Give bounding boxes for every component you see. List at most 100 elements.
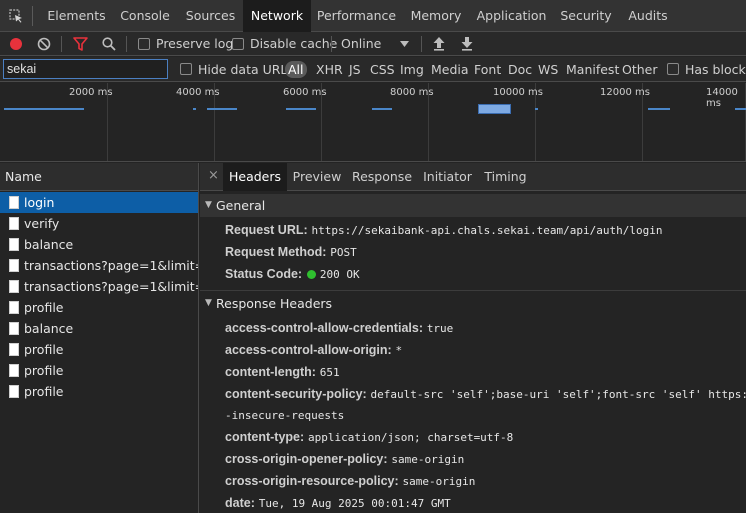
request-row[interactable]: transactions?page=1&limit=5 bbox=[0, 276, 198, 297]
tab-security[interactable]: Security bbox=[553, 0, 619, 32]
preserve-log-checkbox[interactable] bbox=[138, 38, 150, 50]
filter-type-doc[interactable]: Doc bbox=[508, 57, 532, 82]
tab-response[interactable]: Response bbox=[347, 163, 417, 191]
document-icon bbox=[9, 196, 19, 209]
request-row[interactable]: profile bbox=[0, 339, 198, 360]
response-header-row: content-type: application/json; charset=… bbox=[225, 426, 513, 448]
tick-label: 12000 ms bbox=[600, 87, 650, 98]
document-icon bbox=[9, 259, 19, 272]
request-name: transactions?page=1&limit=5 bbox=[24, 258, 198, 273]
tab-network[interactable]: Network bbox=[243, 0, 311, 32]
import-har-icon[interactable] bbox=[432, 36, 446, 51]
disable-cache-checkbox[interactable] bbox=[232, 38, 244, 50]
tab-application[interactable]: Application bbox=[470, 0, 553, 32]
preserve-log-label: Preserve log bbox=[156, 36, 234, 51]
request-bar bbox=[4, 108, 84, 110]
document-icon bbox=[9, 238, 19, 251]
header-key: date: bbox=[225, 496, 255, 510]
request-row[interactable]: verify bbox=[0, 213, 198, 234]
request-name: balance bbox=[24, 321, 74, 336]
tab-console[interactable]: Console bbox=[112, 0, 178, 32]
has-blocked-label: Has blocked bbox=[685, 62, 746, 77]
tab-elements[interactable]: Elements bbox=[41, 0, 112, 32]
inspect-element-icon[interactable] bbox=[9, 9, 23, 23]
tab-audits[interactable]: Audits bbox=[619, 0, 677, 32]
header-value: POST bbox=[330, 246, 357, 259]
tab-initiator[interactable]: Initiator bbox=[417, 163, 478, 191]
hide-data-urls-checkbox[interactable] bbox=[180, 63, 192, 75]
devtools-tab-bar: Elements Console Sources Network Perform… bbox=[0, 0, 746, 32]
record-icon[interactable] bbox=[9, 37, 23, 51]
request-bar bbox=[207, 108, 237, 110]
filter-type-img[interactable]: Img bbox=[400, 57, 424, 82]
request-row[interactable]: balance bbox=[0, 318, 198, 339]
filter-type-all[interactable]: All bbox=[285, 61, 307, 78]
filter-type-media[interactable]: Media bbox=[431, 57, 469, 82]
close-icon[interactable]: × bbox=[208, 163, 219, 191]
request-name: profile bbox=[24, 384, 64, 399]
request-row[interactable]: profile bbox=[0, 297, 198, 318]
network-toolbar: Preserve log Disable cache Online bbox=[0, 32, 746, 56]
hide-data-urls-label: Hide data URLs bbox=[198, 62, 294, 77]
export-har-icon[interactable] bbox=[460, 36, 474, 51]
filter-type-css[interactable]: CSS bbox=[370, 57, 395, 82]
filter-type-font[interactable]: Font bbox=[474, 57, 501, 82]
throttling-select[interactable]: Online bbox=[341, 32, 381, 56]
document-icon bbox=[9, 322, 19, 335]
network-overview[interactable]: 2000 ms 4000 ms 6000 ms 8000 ms 10000 ms… bbox=[0, 83, 746, 162]
filter-icon[interactable] bbox=[73, 37, 88, 51]
tick-label: 8000 ms bbox=[390, 87, 434, 98]
request-bar bbox=[286, 108, 316, 110]
filter-type-xhr[interactable]: XHR bbox=[316, 57, 343, 82]
status-ok-icon bbox=[306, 270, 316, 279]
request-row[interactable]: transactions?page=1&limit=5 bbox=[0, 255, 198, 276]
document-icon bbox=[9, 301, 19, 314]
tick-label: 2000 ms bbox=[69, 87, 113, 98]
request-name: profile bbox=[24, 342, 64, 357]
tab-timing[interactable]: Timing bbox=[478, 163, 533, 191]
collapse-triangle-icon: ▼ bbox=[205, 200, 212, 210]
chevron-down-icon[interactable] bbox=[400, 41, 409, 47]
header-value: Tue, 19 Aug 2025 00:01:47 GMT bbox=[258, 497, 451, 510]
tab-sources[interactable]: Sources bbox=[178, 0, 243, 32]
general-section-header[interactable]: ▼ General bbox=[200, 194, 746, 217]
tab-memory[interactable]: Memory bbox=[402, 0, 470, 32]
response-headers-section-header[interactable]: ▼ Response Headers bbox=[200, 292, 746, 315]
response-header-row: content-security-policy: default-src 'se… bbox=[225, 383, 746, 405]
header-value: 200 OK bbox=[319, 268, 360, 281]
filter-type-other[interactable]: Other bbox=[622, 57, 658, 82]
request-row[interactable]: login bbox=[0, 192, 198, 213]
request-row[interactable]: profile bbox=[0, 360, 198, 381]
has-blocked-checkbox[interactable] bbox=[667, 63, 679, 75]
collapse-triangle-icon: ▼ bbox=[205, 298, 212, 308]
request-row[interactable]: profile bbox=[0, 381, 198, 402]
filter-type-manifest[interactable]: Manifest bbox=[566, 57, 619, 82]
name-column-header[interactable]: Name bbox=[0, 163, 198, 191]
toolbar-divider bbox=[421, 36, 422, 52]
header-key: Status Code: bbox=[225, 267, 303, 281]
document-icon bbox=[9, 280, 19, 293]
header-key: content-length: bbox=[225, 365, 316, 379]
header-key: Request URL: bbox=[225, 223, 308, 237]
response-header-row: access-control-allow-credentials: true bbox=[225, 317, 453, 339]
overview-selection[interactable] bbox=[478, 104, 511, 114]
header-value: same-origin bbox=[391, 453, 465, 466]
document-icon bbox=[9, 385, 19, 398]
header-value: -insecure-requests bbox=[225, 409, 345, 422]
filter-input[interactable] bbox=[3, 59, 168, 79]
tab-preview[interactable]: Preview bbox=[287, 163, 347, 191]
filter-type-js[interactable]: JS bbox=[349, 57, 361, 82]
tab-headers[interactable]: Headers bbox=[223, 163, 287, 191]
filter-type-ws[interactable]: WS bbox=[538, 57, 558, 82]
search-icon[interactable] bbox=[102, 37, 116, 51]
request-name: profile bbox=[24, 363, 64, 378]
response-header-continuation: -insecure-requests bbox=[225, 404, 344, 426]
clear-icon[interactable] bbox=[37, 37, 51, 51]
tab-performance[interactable]: Performance bbox=[311, 0, 402, 32]
request-row[interactable]: balance bbox=[0, 234, 198, 255]
request-name: verify bbox=[24, 216, 60, 231]
tabbar-divider bbox=[32, 6, 33, 26]
header-key: cross-origin-resource-policy: bbox=[225, 474, 399, 488]
request-name: balance bbox=[24, 237, 74, 252]
toolbar-divider bbox=[61, 36, 62, 52]
